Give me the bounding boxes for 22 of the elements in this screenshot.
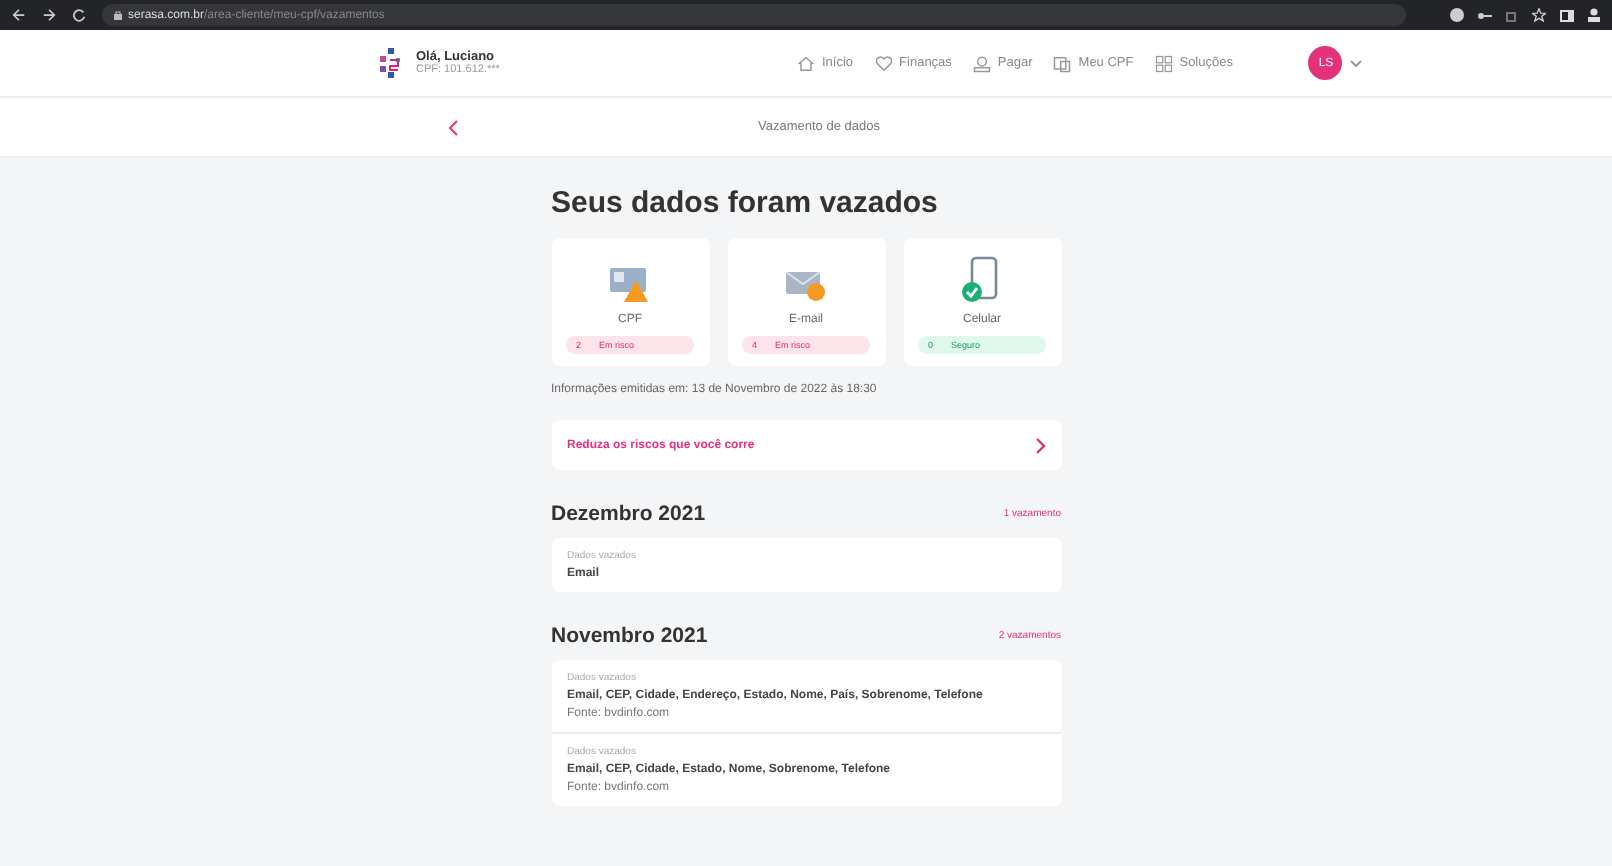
logo-icon[interactable]	[380, 48, 404, 78]
month-heading: Novembro 2021	[551, 624, 708, 648]
back-arrow-icon[interactable]	[12, 8, 26, 22]
globe-icon[interactable]	[1450, 8, 1464, 22]
back-chevron-icon[interactable]	[448, 119, 458, 135]
heading: Seus dados foram vazados	[551, 186, 940, 220]
reload-icon[interactable]	[72, 8, 86, 22]
month-heading: Dezembro 2021	[551, 502, 706, 526]
home-icon	[796, 53, 816, 73]
chevron-down-icon[interactable]	[1350, 59, 1363, 67]
heart-icon	[873, 53, 894, 73]
forward-arrow-icon[interactable]	[42, 8, 56, 22]
document-icon	[1052, 53, 1073, 73]
grid-icon	[1153, 53, 1174, 73]
id-card-warning-icon	[608, 264, 652, 304]
key-icon[interactable]	[1478, 11, 1492, 19]
lock-icon	[114, 10, 122, 20]
profile-icon[interactable]	[1588, 8, 1600, 22]
side-panel-icon[interactable]	[1560, 9, 1574, 21]
star-icon[interactable]	[1532, 8, 1546, 22]
person-icon	[971, 53, 992, 73]
chevron-right-icon	[1035, 437, 1045, 453]
